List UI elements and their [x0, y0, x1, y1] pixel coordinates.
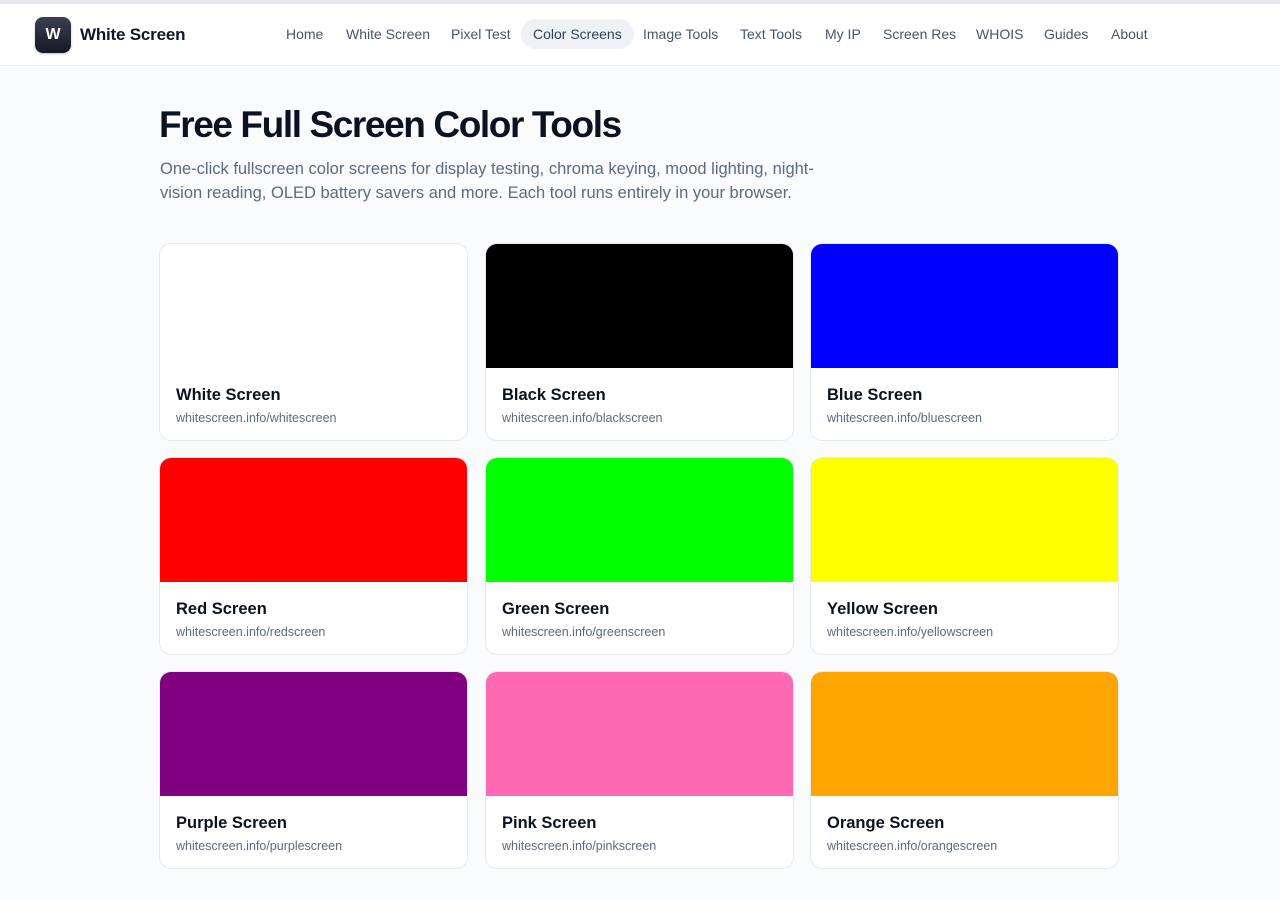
card-url: whitescreen.info/yellowscreen [827, 625, 994, 639]
color-card-green[interactable]: Green Screen whitescreen.info/greenscree… [485, 457, 794, 655]
main-nav: Home White Screen Pixel Test Color Scree… [0, 19, 1280, 49]
nav-whois[interactable]: WHOIS [976, 19, 1023, 49]
card-url: whitescreen.info/greenscreen [502, 625, 666, 639]
nav-my-ip[interactable]: My IP [825, 19, 861, 49]
nav-white-screen[interactable]: White Screen [346, 19, 430, 49]
page-subtitle: One-click fullscreen color screens for d… [160, 160, 814, 202]
color-swatch [160, 458, 467, 582]
card-url: whitescreen.info/orangescreen [827, 839, 998, 853]
color-card-yellow[interactable]: Yellow Screen whitescreen.info/yellowscr… [810, 457, 1119, 655]
card-title: Black Screen [502, 386, 606, 404]
nav-screen-res[interactable]: Screen Res [883, 19, 956, 49]
color-card-white[interactable]: White Screen whitescreen.info/whitescree… [159, 243, 468, 441]
nav-home[interactable]: Home [286, 19, 323, 49]
color-swatch [811, 672, 1118, 796]
color-swatch [811, 244, 1118, 368]
nav-pixel-test[interactable]: Pixel Test [451, 19, 511, 49]
card-url: whitescreen.info/bluescreen [827, 411, 982, 425]
nav-text-tools[interactable]: Text Tools [740, 19, 802, 49]
card-url: whitescreen.info/purplescreen [176, 839, 343, 853]
nav-about[interactable]: About [1111, 19, 1148, 49]
site-header: W White Screen Home White Screen Pixel T… [0, 4, 1280, 66]
card-title: Yellow Screen [827, 600, 938, 618]
card-title: Blue Screen [827, 386, 923, 404]
card-title: Orange Screen [827, 814, 945, 832]
color-swatch [160, 672, 467, 796]
color-swatch [486, 458, 793, 582]
page-title: Free Full Screen Color Tools [159, 104, 622, 145]
color-card-blue[interactable]: Blue Screen whitescreen.info/bluescreen [810, 243, 1119, 441]
color-card-red[interactable]: Red Screen whitescreen.info/redscreen [159, 457, 468, 655]
card-url: whitescreen.info/redscreen [176, 625, 326, 639]
color-card-black[interactable]: Black Screen whitescreen.info/blackscree… [485, 243, 794, 441]
color-card-pink[interactable]: Pink Screen whitescreen.info/pinkscreen [485, 671, 794, 869]
color-swatch [486, 672, 793, 796]
card-url: whitescreen.info/whitescreen [176, 411, 337, 425]
card-url: whitescreen.info/blackscreen [502, 411, 663, 425]
card-title: Pink Screen [502, 814, 597, 832]
color-swatch [160, 244, 467, 368]
color-swatch [811, 458, 1118, 582]
nav-guides[interactable]: Guides [1044, 19, 1088, 49]
card-url: whitescreen.info/pinkscreen [502, 839, 657, 853]
color-card-orange[interactable]: Orange Screen whitescreen.info/orangescr… [810, 671, 1119, 869]
card-title: Green Screen [502, 600, 610, 618]
card-title: Red Screen [176, 600, 267, 618]
nav-color-screens[interactable]: Color Screens [521, 19, 634, 49]
card-title: White Screen [176, 386, 281, 404]
color-swatch [486, 244, 793, 368]
card-title: Purple Screen [176, 814, 287, 832]
color-card-purple[interactable]: Purple Screen whitescreen.info/purplescr… [159, 671, 468, 869]
nav-image-tools[interactable]: Image Tools [643, 19, 718, 49]
